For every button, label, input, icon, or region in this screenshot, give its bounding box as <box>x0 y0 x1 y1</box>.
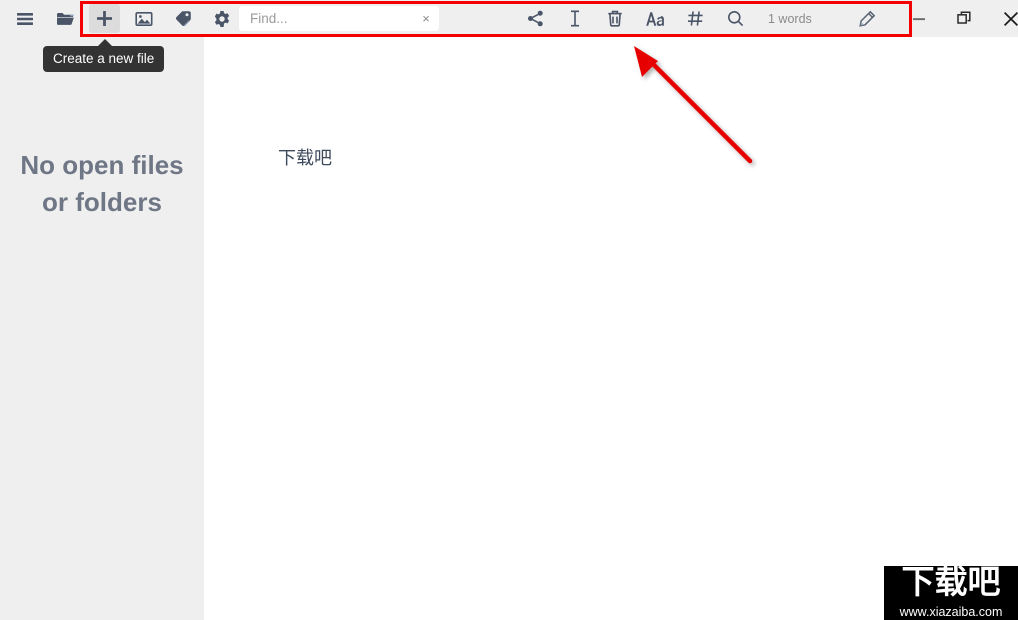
restore-button[interactable] <box>949 0 981 37</box>
font-icon[interactable] <box>640 5 670 33</box>
sidebar-empty-line-2: or folders <box>42 186 162 217</box>
tooltip: Create a new file <box>43 46 165 72</box>
application-window: × <box>0 0 1018 620</box>
sidebar-empty-line-1: No open files <box>20 150 184 180</box>
tag-icon[interactable] <box>168 5 198 33</box>
sidebar: No open files or folders <box>0 37 204 620</box>
edit-pencil-icon[interactable] <box>852 5 882 33</box>
trash-icon[interactable] <box>600 5 630 33</box>
gear-icon[interactable] <box>207 5 237 33</box>
find-field[interactable]: × <box>239 6 439 31</box>
search-icon[interactable] <box>720 5 750 33</box>
close-button[interactable] <box>994 0 1018 37</box>
watermark-url: www.xiazaiba.com <box>899 605 1003 619</box>
menu-icon[interactable] <box>10 5 40 33</box>
text-cursor-icon[interactable] <box>560 5 590 33</box>
image-icon[interactable] <box>129 5 159 33</box>
top-toolbar: × <box>0 0 1018 37</box>
open-folder-icon[interactable] <box>50 5 80 33</box>
editor-content[interactable]: 下载吧 <box>278 144 332 170</box>
minimize-button[interactable] <box>903 0 935 37</box>
sidebar-empty-message: No open files or folders <box>0 147 204 221</box>
clear-search-icon[interactable]: × <box>415 7 437 30</box>
word-count-label: 1 words <box>768 11 812 26</box>
search-input[interactable] <box>239 7 415 30</box>
watermark: 下载吧 www.xiazaiba.com <box>884 566 1018 620</box>
hash-icon[interactable] <box>680 5 710 33</box>
new-file-icon[interactable] <box>89 4 120 33</box>
watermark-logo-text: 下载吧 <box>901 566 1001 601</box>
editor-area[interactable]: 下载吧 <box>204 37 1018 620</box>
share-icon[interactable] <box>520 5 550 33</box>
